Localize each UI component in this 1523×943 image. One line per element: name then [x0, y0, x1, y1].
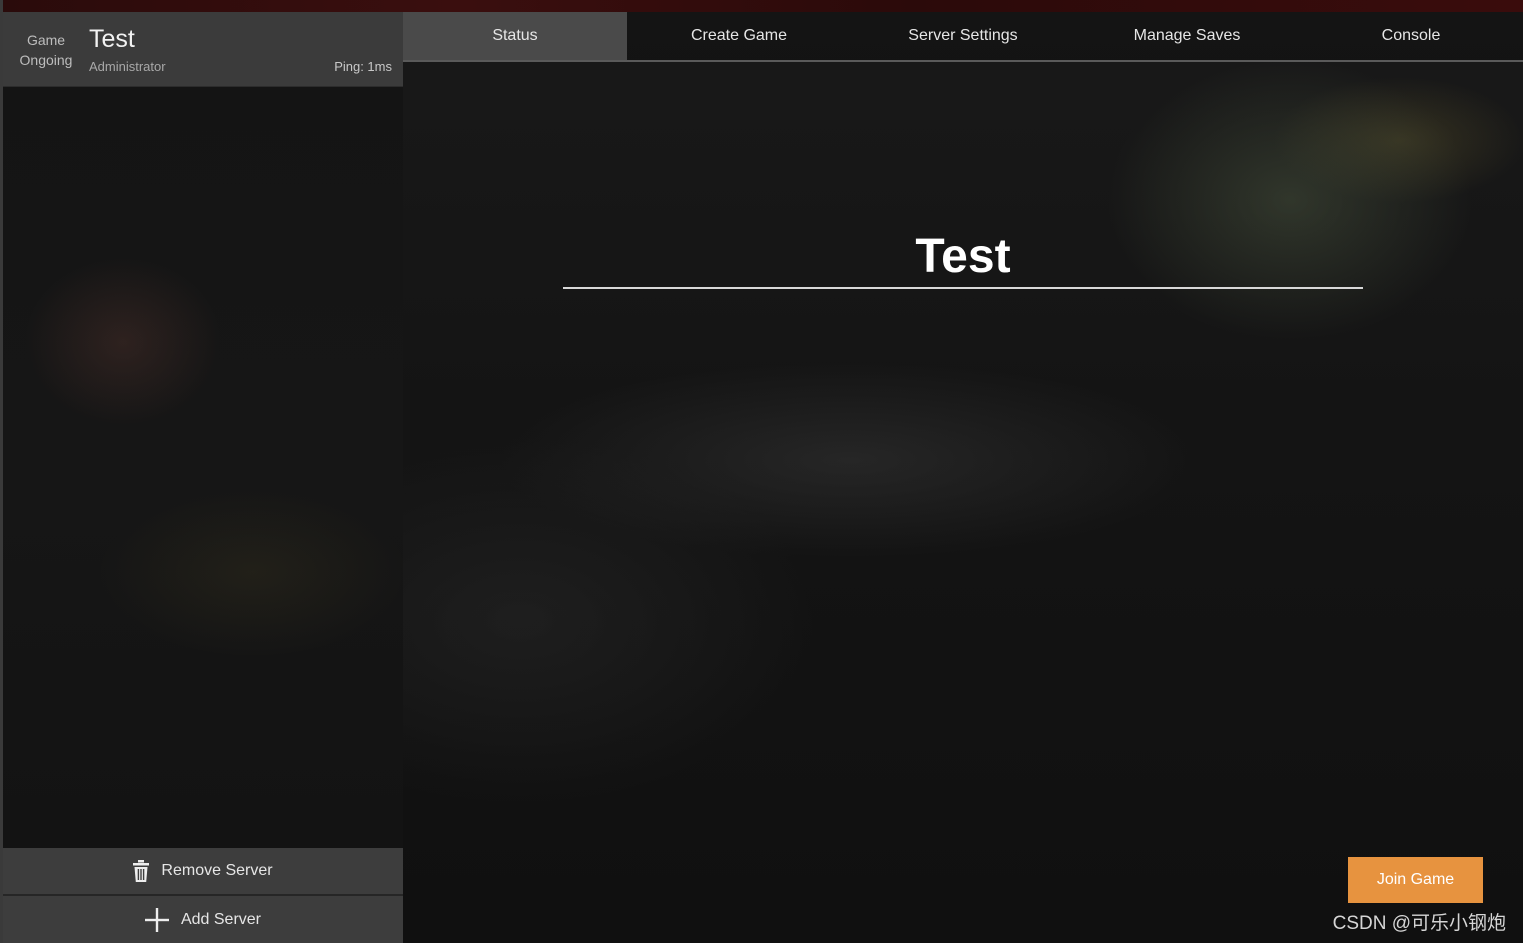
plus-icon [144, 907, 169, 932]
server-name: Test [89, 25, 135, 53]
game-state-value: Ongoing [19, 52, 73, 68]
game-state: Game Ongoing [11, 30, 81, 70]
tab-console[interactable]: Console [1299, 12, 1523, 60]
trash-icon [133, 860, 150, 882]
tab-create-game[interactable]: Create Game [627, 12, 851, 60]
tab-server-settings[interactable]: Server Settings [851, 12, 1075, 60]
tab-bar: Status Create Game Server Settings Manag… [403, 12, 1523, 62]
remove-server-button[interactable]: Remove Server [3, 848, 403, 896]
add-server-label: Add Server [180, 910, 262, 928]
game-state-label: Game [26, 32, 66, 48]
watermark-text: CSDN @可乐小钢炮 [1332, 913, 1506, 934]
server-role: Administrator [89, 59, 166, 74]
add-server-button[interactable]: Add Server [3, 896, 403, 943]
server-ping: Ping: 1ms [334, 59, 392, 74]
status-title: Test [915, 230, 1011, 283]
title-divider [563, 287, 1363, 289]
server-sidebar: Game Ongoing Test Administrator Ping: 1m… [3, 12, 403, 943]
app-window: Game Ongoing Test Administrator Ping: 1m… [0, 0, 1523, 943]
tab-manage-saves[interactable]: Manage Saves [1075, 12, 1299, 60]
remove-server-label: Remove Server [161, 862, 273, 879]
tab-status[interactable]: Status [403, 12, 627, 60]
join-game-button[interactable]: Join Game [1348, 857, 1483, 903]
top-accent-strip [0, 0, 1523, 12]
server-card[interactable]: Game Ongoing Test Administrator Ping: 1m… [3, 12, 403, 87]
